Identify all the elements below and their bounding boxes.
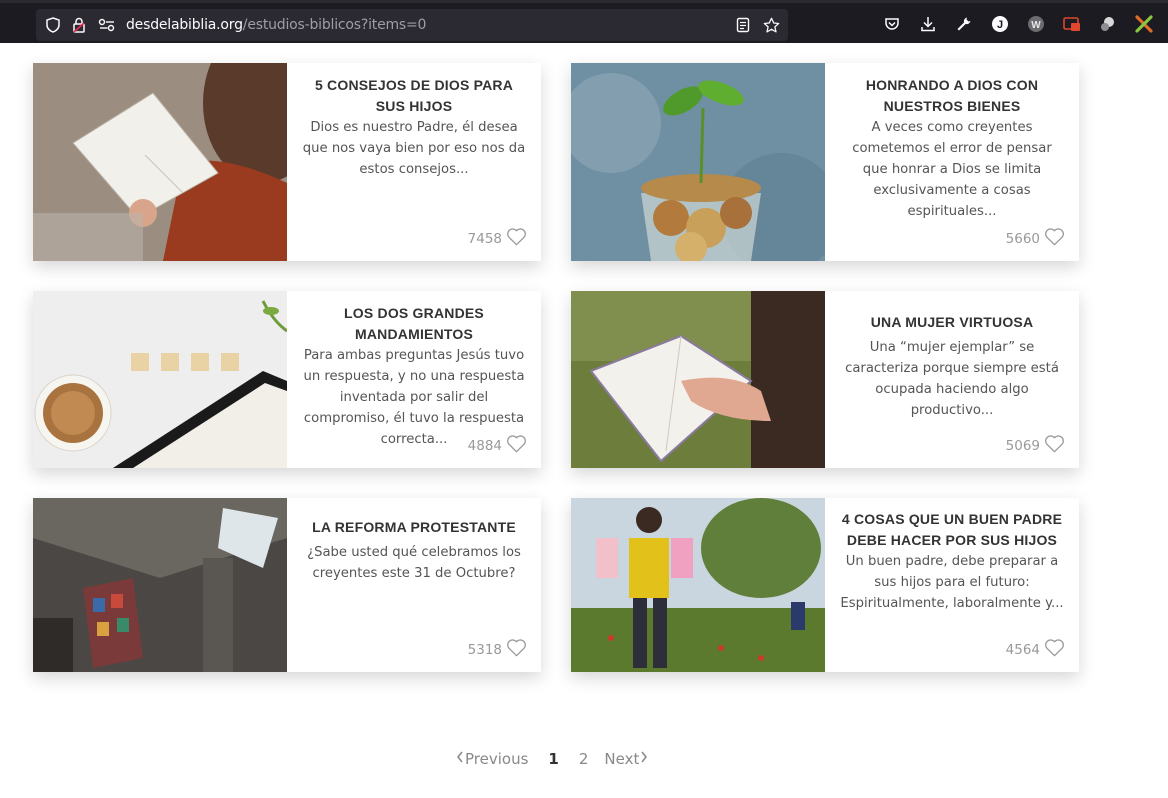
url-path: /estudios-biblicos?items=0 <box>242 17 427 33</box>
like-counter: 4884 <box>468 434 527 458</box>
pocket-icon[interactable] <box>883 15 901 33</box>
card-body: HONRANDO A DIOS CON NUESTROS BIENES A ve… <box>825 63 1079 261</box>
woman-reading-bible-image[interactable] <box>33 63 287 261</box>
heart-icon[interactable] <box>1044 638 1065 662</box>
url-domain: desdelabiblia.org <box>126 17 243 33</box>
download-icon[interactable] <box>919 15 937 33</box>
page-link-2[interactable]: 2 <box>579 750 589 768</box>
card-body: 5 CONSEJOS DE DIOS PARA SUS HIJOS Dios e… <box>287 63 541 261</box>
like-counter: 5660 <box>1006 227 1065 251</box>
extension-x-icon[interactable] <box>1135 15 1153 33</box>
bookmark-star-icon[interactable] <box>762 16 780 34</box>
card-title[interactable]: UNA MUJER VIRTUOSA <box>839 312 1065 333</box>
cathedral-interior-image[interactable] <box>33 498 287 672</box>
article-card[interactable]: 5 CONSEJOS DE DIOS PARA SUS HIJOS Dios e… <box>33 63 541 261</box>
card-title[interactable]: HONRANDO A DIOS CON NUESTROS BIENES <box>839 75 1065 117</box>
like-counter: 7458 <box>468 227 527 251</box>
heart-icon[interactable] <box>506 227 527 251</box>
address-bar[interactable]: desdelabiblia.org/estudios-biblicos?item… <box>36 9 788 41</box>
like-count: 5660 <box>1005 231 1040 247</box>
heart-icon[interactable] <box>506 434 527 458</box>
like-count: 4884 <box>467 438 502 454</box>
card-body: UNA MUJER VIRTUOSA Una “mujer ejemplar” … <box>825 291 1079 468</box>
article-card[interactable]: LA REFORMA PROTESTANTE ¿Sabe usted qué c… <box>33 498 541 672</box>
extension-j-icon[interactable]: J <box>991 15 1009 33</box>
browser-toolbar: desdelabiblia.org/estudios-biblicos?item… <box>0 0 1168 43</box>
like-count: 4564 <box>1005 642 1040 658</box>
wrench-icon[interactable] <box>955 15 973 33</box>
url-text[interactable]: desdelabiblia.org/estudios-biblicos?item… <box>126 17 426 33</box>
extension-puzzle-icon[interactable] <box>1099 15 1117 33</box>
shield-icon[interactable] <box>44 16 62 34</box>
card-description: Una “mujer ejemplar” se caracteriza porq… <box>845 340 1059 418</box>
father-carrying-kids-image[interactable] <box>571 498 825 672</box>
card-title[interactable]: 4 COSAS QUE UN BUEN PADRE DEBE HACER POR… <box>839 509 1065 551</box>
card-body: 4 COSAS QUE UN BUEN PADRE DEBE HACER POR… <box>825 498 1079 672</box>
lock-warning-icon[interactable] <box>70 16 88 34</box>
love-coffee-bible-image[interactable] <box>33 291 287 468</box>
heart-icon[interactable] <box>1044 227 1065 251</box>
card-body: LA REFORMA PROTESTANTE ¿Sabe usted qué c… <box>287 498 541 672</box>
like-counter: 4564 <box>1006 638 1065 662</box>
next-label: Next <box>604 750 640 768</box>
article-card[interactable]: 4 COSAS QUE UN BUEN PADRE DEBE HACER POR… <box>571 498 1079 672</box>
extension-red-icon[interactable] <box>1063 15 1081 33</box>
page-link-1[interactable]: 1 <box>548 750 558 768</box>
card-title[interactable]: LA REFORMA PROTESTANTE <box>301 517 527 538</box>
card-title[interactable]: LOS DOS GRANDES MANDAMIENTOS <box>301 303 527 345</box>
like-count: 7458 <box>467 231 502 247</box>
pagination: Previous 1 2 Next <box>455 750 649 768</box>
like-counter: 5318 <box>468 638 527 662</box>
hand-on-bible-image[interactable] <box>571 291 825 468</box>
article-card[interactable]: UNA MUJER VIRTUOSA Una “mujer ejemplar” … <box>571 291 1079 468</box>
plant-in-coins-jar-image[interactable] <box>571 63 825 261</box>
reader-view-icon[interactable] <box>734 16 752 34</box>
chevron-right-icon <box>639 750 649 768</box>
card-description: A veces como creyentes cometemos el erro… <box>852 120 1052 219</box>
previous-link[interactable]: Previous <box>455 750 528 768</box>
like-count: 5318 <box>467 642 502 658</box>
card-description: ¿Sabe usted qué celebramos los creyentes… <box>307 545 521 581</box>
like-count: 5069 <box>1005 438 1040 454</box>
card-description: Dios es nuestro Padre, él desea que nos … <box>302 120 526 177</box>
svg-text:W: W <box>1031 20 1041 31</box>
like-counter: 5069 <box>1006 434 1065 458</box>
heart-icon[interactable] <box>506 638 527 662</box>
svg-text:J: J <box>997 19 1003 31</box>
chevron-left-icon <box>455 750 465 768</box>
extension-w-icon[interactable]: W <box>1027 15 1045 33</box>
card-title[interactable]: 5 CONSEJOS DE DIOS PARA SUS HIJOS <box>301 75 527 117</box>
article-card[interactable]: HONRANDO A DIOS CON NUESTROS BIENES A ve… <box>571 63 1079 261</box>
permissions-icon[interactable] <box>98 16 116 34</box>
card-body: LOS DOS GRANDES MANDAMIENTOS Para ambas … <box>287 291 541 468</box>
card-description: Un buen padre, debe preparar a sus hijos… <box>840 554 1064 611</box>
previous-label: Previous <box>465 750 529 768</box>
article-card[interactable]: LOS DOS GRANDES MANDAMIENTOS Para ambas … <box>33 291 541 468</box>
next-link[interactable]: Next <box>604 750 649 768</box>
heart-icon[interactable] <box>1044 434 1065 458</box>
